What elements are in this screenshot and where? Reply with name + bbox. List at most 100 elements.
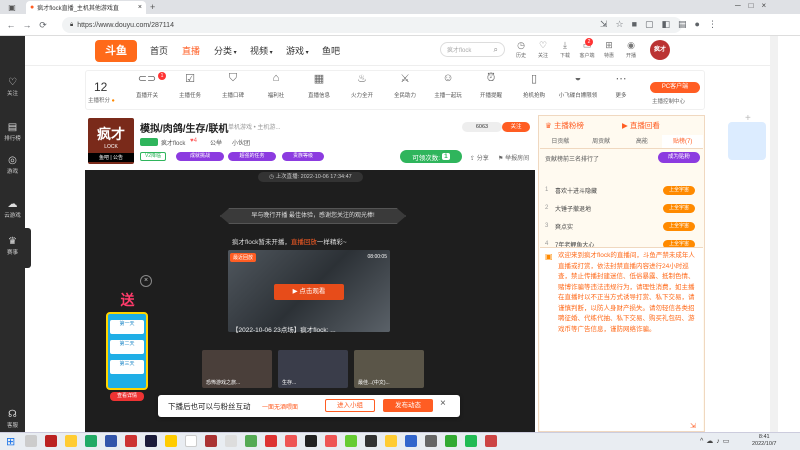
host-name[interactable]: 疯才flock [161, 138, 185, 147]
thumb-2[interactable]: 生存... [278, 350, 348, 388]
nav-video[interactable]: 视频 ▾ [250, 44, 273, 57]
report-button[interactable]: ⚑ 举报房间 [498, 153, 529, 162]
header-deals[interactable]: ⊞ 特惠 [598, 40, 620, 59]
room-extra[interactable]: 小伙团 [232, 138, 250, 147]
taskbar-app-19[interactable] [385, 435, 397, 447]
badge-achievement[interactable]: 成就挑战 [176, 152, 224, 161]
taskbar-app-3[interactable] [65, 435, 77, 447]
replay-thumbnail[interactable]: 最近回放 08:00:05 ▶ 点击观看 [228, 250, 390, 332]
join-group-button[interactable]: 进入小组 [325, 399, 375, 412]
dock-item-cloud-game[interactable]: ☁ 云游戏 [0, 196, 25, 226]
tool-phone-shop[interactable]: ▯ 抢机抢购 [514, 72, 554, 99]
badge-noble[interactable]: 贵族等级 [282, 152, 324, 161]
taskbar-app-24[interactable] [485, 435, 497, 447]
rank-action[interactable]: 上全宇宙 [663, 185, 695, 195]
taskbar-app-10[interactable] [205, 435, 217, 447]
tool-host-task[interactable]: ☑ 主播任务 [170, 72, 210, 99]
douyu-logo[interactable]: 斗鱼 [95, 40, 137, 62]
nav-fishbar[interactable]: 鱼吧 [322, 44, 340, 57]
tab-high-energy[interactable]: 高能 [622, 135, 663, 148]
taskbar-app-1[interactable] [25, 435, 37, 447]
forward-icon[interactable]: → [20, 18, 34, 32]
tool-welfare[interactable]: ⌂ 福利社 [256, 72, 296, 99]
taskbar-app-5[interactable] [105, 435, 117, 447]
taskbar-app-15[interactable] [305, 435, 317, 447]
rank-action[interactable]: 上全宇宙 [663, 203, 695, 213]
windows-start-icon[interactable]: ⊞ [6, 435, 15, 448]
room-category[interactable]: 单机游戏 • 主机游... [228, 122, 280, 131]
extension-icons[interactable]: ⇲☆■▢◧▤●⋮ [600, 19, 725, 30]
nav-live[interactable]: 直播 [182, 44, 200, 57]
nav-games[interactable]: 游戏 ▾ [286, 44, 309, 57]
tool-live-info[interactable]: ▦ 直播信息 [299, 72, 339, 99]
tab-close-icon[interactable]: × [138, 4, 142, 11]
scrollbar[interactable] [770, 36, 778, 432]
pc-client-sub[interactable]: 主播控制中心 [652, 97, 685, 105]
taskbar-app-4[interactable] [85, 435, 97, 447]
url-bar[interactable]: 🔒︎ https://www.douyu.com/287114 [62, 17, 682, 33]
header-download[interactable]: ⤓ 下载 [554, 40, 576, 59]
report-hint[interactable]: 公举 [210, 138, 222, 147]
tab-daily[interactable]: 日贡献 [540, 135, 581, 148]
dock-collapse-handle[interactable] [25, 228, 31, 268]
tool-reminder[interactable]: ⏰︎ 开播提醒 [471, 72, 511, 99]
dock-item-ranking[interactable]: ▤ 排行榜 [0, 119, 25, 149]
badge-task[interactable]: 超强的任务 [228, 152, 276, 161]
dock-item-games[interactable]: ◎ 游戏 [0, 152, 25, 182]
new-tab-icon[interactable]: + [150, 2, 155, 12]
tab-weekly[interactable]: 周贡献 [581, 135, 622, 148]
rank-item-3[interactable]: 3 爽点实 上全宇宙 [545, 217, 695, 235]
taskbar-app-16[interactable] [325, 435, 337, 447]
follow-button[interactable]: 关注 [502, 122, 530, 132]
pc-client-button[interactable]: PC客户端 [650, 82, 700, 93]
tool-firepower[interactable]: ♨ 火力全开 [342, 72, 382, 99]
header-broadcast[interactable]: ◉ 开播 [620, 40, 642, 59]
dock-item-follow[interactable]: ♡ 关注 [0, 74, 25, 104]
tool-play-together[interactable]: ☺ 主播一起玩 [428, 72, 468, 99]
close-icon[interactable]: × [440, 398, 446, 409]
taskbar-app-20[interactable] [405, 435, 417, 447]
rank-item-2[interactable]: 2 大锤子撤退地 上全宇宙 [545, 199, 695, 217]
taskbar-app-6[interactable] [125, 435, 137, 447]
rank-item-1[interactable]: 1 喜欢十进斗隐藏 上全宇宙 [545, 181, 695, 199]
close-icon[interactable]: × [140, 275, 152, 287]
gift-promo[interactable]: 送 第一天 第二天 第三天 查看详情 [100, 290, 155, 401]
become-fan-button[interactable]: 成为贴粉 [658, 152, 700, 163]
post-update-button[interactable]: 发布动态 [383, 399, 433, 412]
tool-more[interactable]: ⋯ 更多 [601, 72, 641, 99]
badge-v2[interactable]: V2降临 [140, 152, 166, 161]
avatar[interactable]: 疯才 [650, 40, 670, 60]
rank-action[interactable]: 上全宇宙 [663, 221, 695, 231]
tool-pk[interactable]: ⚔ 全民助力 [385, 72, 425, 99]
taskbar-app-9[interactable] [185, 435, 197, 447]
tray-icons[interactable]: ^☁♪▭ [700, 437, 732, 445]
mascot-widget[interactable] [728, 122, 766, 160]
nav-home[interactable]: 首页 [150, 44, 168, 57]
thumb-3[interactable]: 最佳...(中文)... [354, 350, 424, 388]
taskbar-app-23[interactable] [465, 435, 477, 447]
taskbar-app-17[interactable] [345, 435, 357, 447]
tab-menu-icon[interactable]: ▣ [6, 2, 18, 12]
tab-live-replay[interactable]: ▶ 直播回看 [622, 120, 660, 131]
replay-link[interactable]: 直播回放 [291, 239, 317, 246]
browser-tab[interactable]: ● 疯才flock直播_主机其他游戏直 × [26, 1, 146, 14]
taskbar-app-22[interactable] [445, 435, 457, 447]
tool-host-reputation[interactable]: ⛉ 主播口碑 [213, 72, 253, 99]
taskbar-app-13[interactable] [265, 435, 277, 447]
taskbar-clock[interactable]: 8:41 2022/10/7 [752, 434, 776, 448]
room-avatar[interactable]: 疯才 LOCK 鱼吧 | 公告 [88, 118, 134, 164]
taskbar-app-7[interactable] [145, 435, 157, 447]
tab-host-ranking[interactable]: ♛ 主播粉榜 [545, 120, 584, 131]
window-controls[interactable]: ─□× [735, 1, 774, 10]
taskbar-app-2[interactable] [45, 435, 57, 447]
tab-fans[interactable]: 贴榜(7) [662, 135, 703, 148]
search-input[interactable]: 疯才flock ⌕ [440, 42, 505, 57]
dock-item-events[interactable]: ♛ 赛事 [0, 233, 25, 263]
taskbar-app-21[interactable] [425, 435, 437, 447]
interaction-link[interactable]: 一面无酒喂面 [262, 402, 298, 411]
back-icon[interactable]: ← [4, 18, 18, 32]
header-history[interactable]: ◷ 历史 [510, 40, 532, 59]
chat-expand-icon[interactable]: ⇲ [690, 422, 696, 430]
taskbar-app-12[interactable] [245, 435, 257, 447]
thumb-1[interactable]: 恐怖游戏之旅... [202, 350, 272, 388]
